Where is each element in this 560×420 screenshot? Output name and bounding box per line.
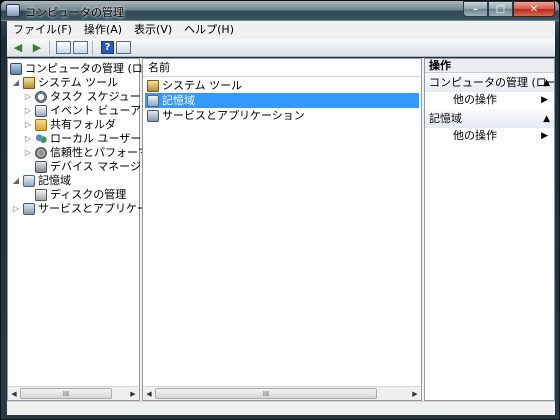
- tree-item-system-tools[interactable]: ◢ システム ツール: [12, 76, 118, 90]
- submenu-arrow-icon: ▶: [541, 95, 548, 105]
- services-icon: [147, 109, 159, 122]
- scroll-left-icon[interactable]: ◀: [143, 388, 155, 400]
- toolbar-separator: [49, 40, 50, 55]
- back-arrow-icon[interactable]: ◀: [10, 41, 26, 55]
- list-item-storage[interactable]: 記憶域: [145, 93, 419, 108]
- forward-arrow-icon[interactable]: ▶: [29, 41, 45, 55]
- tree-item-label: イベント ビューア: [50, 104, 142, 117]
- list-item-services-apps[interactable]: サービスとアプリケーション: [145, 108, 419, 123]
- actions-header: 操作: [425, 59, 554, 73]
- tree-item-label: ディスクの管理: [50, 188, 127, 201]
- storage-icon: [147, 94, 159, 107]
- close-button[interactable]: ✕: [513, 1, 555, 17]
- tree-item-label: 共有フォルダ: [50, 118, 116, 131]
- menu-view[interactable]: 表示(V): [128, 21, 178, 39]
- collapse-icon[interactable]: ◢: [12, 76, 20, 90]
- expand-icon[interactable]: ▷: [24, 118, 32, 132]
- menu-file[interactable]: ファイル(F): [7, 21, 78, 39]
- clock-icon: [35, 91, 47, 103]
- tools-icon: [23, 77, 35, 89]
- tree-item-label: 記憶域: [38, 174, 71, 187]
- storage-icon: [23, 175, 35, 187]
- folder-icon: [35, 119, 47, 131]
- services-icon: [23, 203, 35, 215]
- expand-icon[interactable]: ▷: [24, 104, 32, 118]
- tree-item-label: システム ツール: [38, 76, 119, 89]
- tree-item-storage[interactable]: ◢ 記憶域: [12, 174, 71, 188]
- scroll-thumb[interactable]: III: [20, 388, 112, 399]
- toolbar-separator: [92, 40, 93, 55]
- action-section-computer-management[interactable]: コンピュータの管理 (ロー... ▲: [425, 74, 554, 92]
- actions-pane: 操作 コンピュータの管理 (ロー... ▲ 他の操作 ▶ 記憶域 ▲ 他の操作 …: [424, 58, 555, 401]
- action-section-storage[interactable]: 記憶域 ▲: [425, 110, 554, 128]
- up-one-level-icon[interactable]: [56, 41, 71, 54]
- action-item-label: 他の操作: [453, 129, 497, 142]
- computer-management-icon: [6, 4, 20, 17]
- scroll-right-icon[interactable]: ▶: [409, 388, 421, 400]
- action-section-label: 記憶域: [429, 112, 462, 125]
- event-viewer-icon: [35, 105, 47, 117]
- expand-icon[interactable]: ▷: [24, 90, 32, 104]
- status-bar: [7, 401, 555, 415]
- tree-item-event-viewer[interactable]: ▷ イベント ビューア: [24, 104, 141, 118]
- list-item-label: サービスとアプリケーション: [162, 109, 305, 122]
- client-area: コンピュータの管理 (ローカル ◢ システム ツール ▷ タスク スケジューラ …: [7, 58, 555, 401]
- list-pane: 名前 システム ツール 記憶域 サービスとアプリケーション ◀ III ▶: [142, 58, 422, 401]
- expand-icon[interactable]: ▷: [24, 132, 32, 146]
- menu-action[interactable]: 操作(A): [78, 21, 128, 39]
- tree-item-label: デバイス マネージャ: [50, 160, 152, 173]
- tree-item-task-scheduler[interactable]: ▷ タスク スケジューラ: [24, 90, 152, 104]
- maximize-button[interactable]: □: [488, 1, 513, 17]
- action-more-actions[interactable]: 他の操作 ▶: [425, 128, 554, 144]
- computer-icon: [10, 63, 22, 75]
- action-item-label: 他の操作: [453, 93, 497, 106]
- scroll-thumb[interactable]: III: [155, 388, 377, 399]
- caption-buttons: – □ ✕: [463, 1, 555, 17]
- collapse-up-icon[interactable]: ▲: [543, 110, 550, 128]
- tree-horizontal-scrollbar[interactable]: ◀ III ▶: [8, 386, 139, 400]
- device-manager-icon: [35, 161, 47, 173]
- scroll-left-icon[interactable]: ◀: [8, 388, 20, 400]
- show-hide-tree-icon[interactable]: [73, 41, 88, 54]
- menu-help[interactable]: ヘルプ(H): [178, 21, 240, 39]
- collapse-icon[interactable]: ◢: [12, 174, 20, 188]
- action-more-actions[interactable]: 他の操作 ▶: [425, 92, 554, 108]
- performance-icon: [35, 147, 47, 159]
- expand-icon[interactable]: ▷: [12, 202, 20, 216]
- menu-bar: ファイル(F) 操作(A) 表示(V) ヘルプ(H): [7, 21, 555, 39]
- action-section-label: コンピュータの管理 (ロー...: [429, 76, 554, 89]
- tree-pane: コンピュータの管理 (ローカル ◢ システム ツール ▷ タスク スケジューラ …: [7, 58, 176, 401]
- expand-icon[interactable]: ▷: [24, 146, 32, 160]
- window-title: コンピュータの管理: [25, 6, 124, 19]
- tools-icon: [147, 79, 159, 92]
- tree-item-disk-management[interactable]: ディスクの管理: [35, 188, 126, 202]
- list-horizontal-scrollbar[interactable]: ◀ III ▶: [143, 386, 421, 400]
- list-item-label: 記憶域: [162, 94, 195, 107]
- title-bar[interactable]: コンピュータの管理 – □ ✕: [1, 1, 559, 21]
- minimize-button[interactable]: –: [463, 1, 488, 17]
- toolbar: ◀ ▶ ?: [7, 39, 555, 57]
- users-icon: [35, 133, 47, 145]
- disk-icon: [35, 189, 47, 201]
- list-item-system-tools[interactable]: システム ツール: [145, 78, 419, 93]
- tree-item-device-manager[interactable]: デバイス マネージャ: [35, 160, 151, 174]
- submenu-arrow-icon: ▶: [541, 131, 548, 141]
- tree-item-shared-folders[interactable]: ▷ 共有フォルダ: [24, 118, 116, 132]
- tree-item-label: タスク スケジューラ: [50, 90, 152, 103]
- app-window: コンピュータの管理 – □ ✕ ファイル(F) 操作(A) 表示(V) ヘルプ(…: [0, 0, 560, 420]
- collapse-up-icon[interactable]: ▲: [543, 74, 550, 92]
- list-item-label: システム ツール: [162, 79, 243, 92]
- help-icon[interactable]: ?: [101, 41, 114, 54]
- properties-icon[interactable]: [116, 41, 131, 54]
- column-header-name[interactable]: 名前: [143, 59, 421, 77]
- scroll-right-icon[interactable]: ▶: [127, 388, 139, 400]
